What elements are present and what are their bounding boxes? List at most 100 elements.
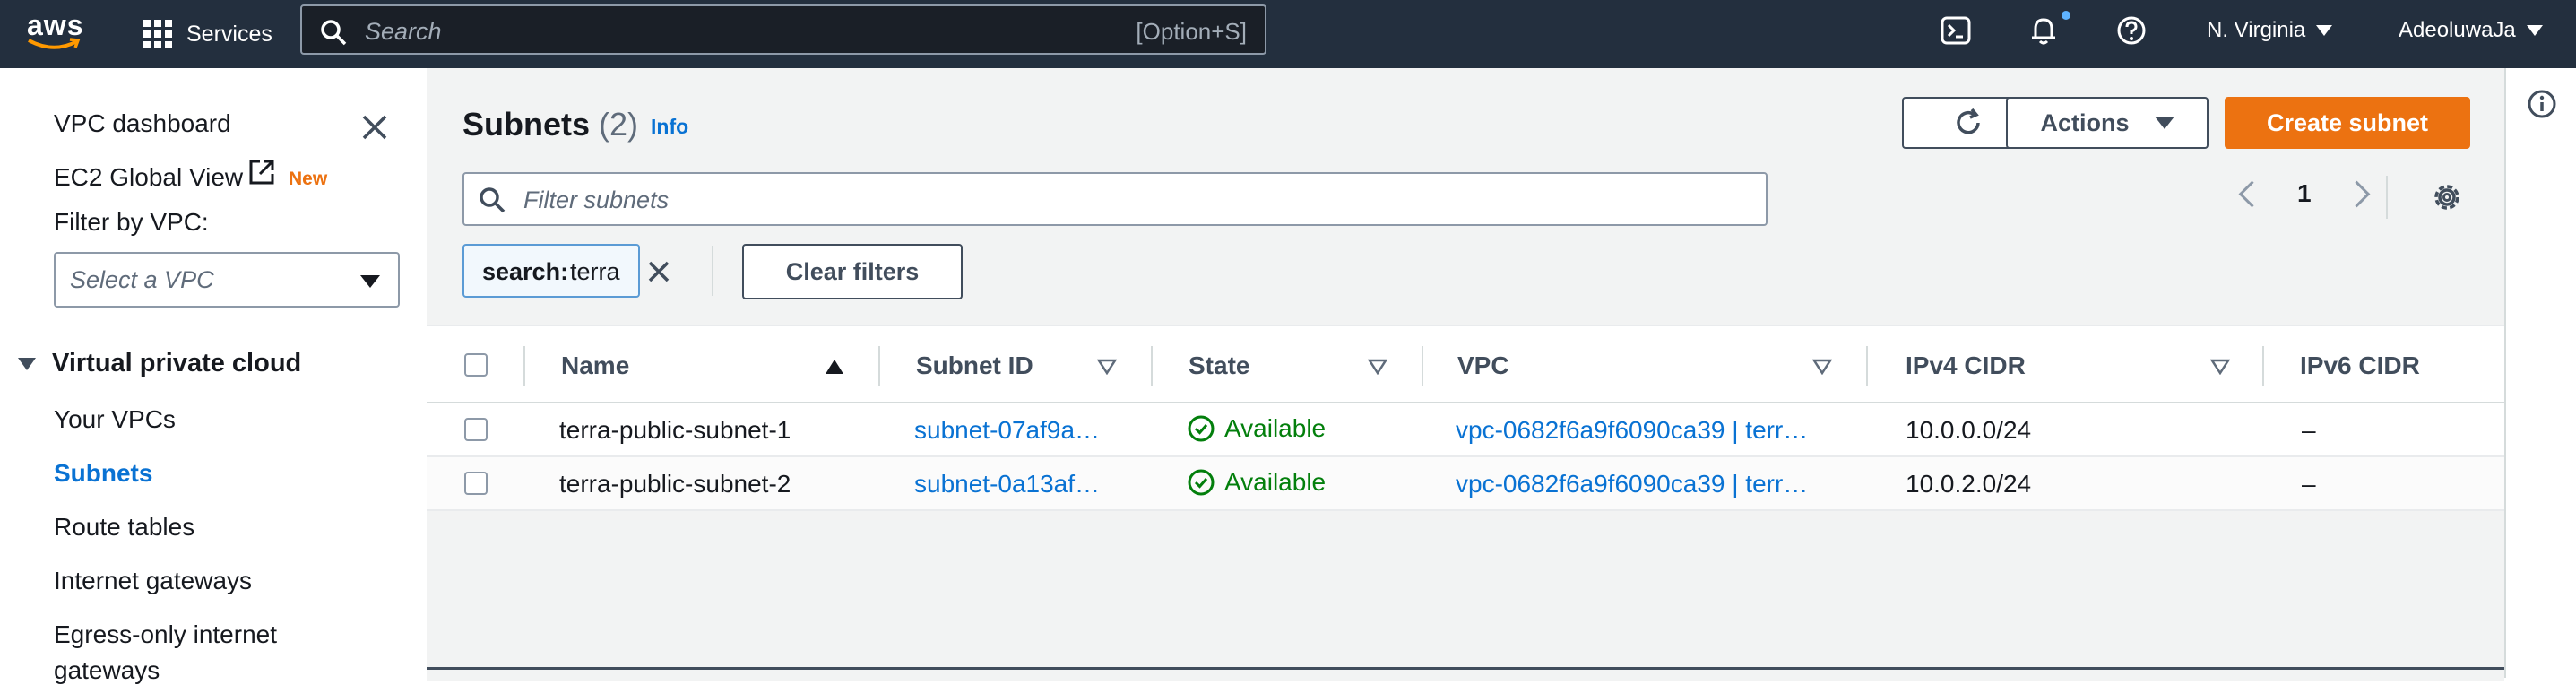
column-divider [1151,346,1153,386]
column-header-name[interactable]: Name [561,351,629,380]
table-header: Name Subnet ID State VPC IPv4 CIDR IPv6 … [427,325,2504,403]
column-header-subnet-id[interactable]: Subnet ID [916,351,1033,380]
new-badge: New [289,169,328,189]
chevron-down-icon [2526,25,2543,36]
divider [712,246,713,296]
filter-placeholder: Filter subnets [523,186,670,213]
cell-subnet-id-link[interactable]: subnet-0a13af… [914,470,1100,499]
vpc-select-placeholder: Select a VPC [70,266,214,293]
create-subnet-button[interactable]: Create subnet [2225,97,2470,149]
state-label: Available [1224,468,1327,496]
column-header-vpc[interactable]: VPC [1457,351,1509,380]
search-icon [480,187,506,213]
status-success-icon [1188,415,1215,442]
chevron-right-icon[interactable] [2343,180,2370,207]
global-search-input[interactable]: Search [Option+S] [300,4,1266,55]
close-icon[interactable] [644,256,674,287]
help-panel-rail [2504,68,2576,678]
chevron-down-icon [360,275,380,288]
section-title: Virtual private cloud [52,349,302,377]
cell-state: Available [1187,468,1326,497]
column-divider [1866,346,1868,386]
divider [2386,176,2388,219]
filter-by-vpc-label: Filter by VPC: [54,208,209,236]
info-link[interactable]: Info [651,115,688,139]
row-checkbox[interactable] [464,472,488,495]
chevron-down-icon [2316,25,2333,36]
aws-logo[interactable]: aws [23,7,95,61]
cloudshell-icon[interactable] [1940,14,1972,47]
sidebar-item-route-tables[interactable]: Route tables [54,513,194,542]
sidebar-item-vpc-dashboard[interactable]: VPC dashboard [54,109,231,138]
cell-ipv6-cidr: – [2302,416,2316,444]
cell-state: Available [1187,414,1326,443]
row-checkbox[interactable] [464,418,488,441]
sidebar-item-egress-only-internet-gateways-cont[interactable]: gateways [54,656,160,685]
notifications-bell-icon[interactable] [2027,14,2060,47]
cell-vpc-link[interactable]: vpc-0682f6a9f6090ca39 | terr… [1456,470,1808,499]
cell-ipv4-cidr: 10.0.2.0/24 [1906,470,2032,498]
state-label: Available [1224,414,1327,442]
cell-name: terra-public-subnet-1 [559,416,791,444]
refresh-icon [1957,108,1980,134]
info-icon[interactable] [2526,88,2558,120]
sidebar-item-ec2-global-view[interactable]: EC2 Global View [54,163,243,192]
chevron-left-icon[interactable] [2238,180,2266,207]
subnet-count: (2) [599,106,639,143]
cell-vpc-link[interactable]: vpc-0682f6a9f6090ca39 | terr… [1456,416,1808,445]
sort-icon[interactable] [1812,359,1832,375]
caret-down-icon [18,357,36,370]
pagination: 1 [2238,179,2370,208]
table-row[interactable]: terra-public-subnet-1 subnet-07af9a… Ava… [427,403,2504,457]
filter-token: search: terra [462,244,670,298]
token-key: search: [482,258,569,285]
filter-subnets-input[interactable]: Filter subnets [462,172,1768,226]
account-menu[interactable]: AdeoluwaJa [2399,18,2543,43]
table-row[interactable]: terra-public-subnet-2 subnet-0a13af… Ava… [427,457,2504,511]
actions-button[interactable]: Actions [2006,97,2209,149]
sidebar-item-internet-gateways[interactable]: Internet gateways [54,567,252,595]
sidebar-item-subnets[interactable]: Subnets [54,459,152,488]
help-icon[interactable] [2115,14,2148,47]
search-placeholder: Search [365,18,442,45]
notification-dot [2062,11,2070,20]
region-selector[interactable]: N. Virginia [2207,18,2333,43]
sidebar-item-your-vpcs[interactable]: Your VPCs [54,405,176,434]
region-label: N. Virginia [2207,18,2306,42]
cell-name: terra-public-subnet-2 [559,470,791,498]
column-header-ipv4-cidr[interactable]: IPv4 CIDR [1906,351,2026,380]
chevron-down-icon [2154,117,2174,129]
sort-icon[interactable] [2210,359,2230,375]
main-content: Subnets (2) Info Actions Create subnet F… [427,68,2504,681]
column-header-state[interactable]: State [1189,351,1249,380]
account-name: AdeoluwaJa [2399,18,2516,42]
sort-icon[interactable] [1097,359,1117,375]
column-divider [878,346,880,386]
close-icon[interactable] [359,111,391,143]
services-menu-button[interactable]: Services [143,13,272,56]
current-page[interactable]: 1 [2297,179,2312,208]
cell-ipv6-cidr: – [2302,470,2316,498]
sidebar-item-egress-only-internet-gateways[interactable]: Egress-only internet [54,620,277,649]
aws-smile-icon [28,38,81,49]
column-header-ipv6-cidr[interactable]: IPv6 CIDR [2300,351,2420,380]
clear-filters-button[interactable]: Clear filters [742,244,963,299]
services-label: Services [186,21,272,47]
status-success-icon [1188,469,1215,496]
sort-icon[interactable] [1368,359,1387,375]
split-panel-handle[interactable] [427,667,2504,681]
sidebar: VPC dashboard EC2 Global View New Filter… [0,68,427,684]
section-virtual-private-cloud[interactable]: Virtual private cloud [18,349,301,378]
services-grid-icon [143,20,172,48]
top-navigation: aws Services Search [Option+S] N. Virgin… [0,0,2576,68]
vpc-filter-select[interactable]: Select a VPC [54,252,400,308]
cell-ipv4-cidr: 10.0.0.0/24 [1906,416,2032,444]
token-value: terra [570,258,620,285]
gear-icon[interactable] [2429,179,2465,215]
cell-subnet-id-link[interactable]: subnet-07af9a… [914,416,1100,445]
page-title: Subnets (2) [462,106,638,143]
select-all-checkbox[interactable] [464,353,488,377]
search-icon [321,20,347,46]
column-divider [1422,346,1423,386]
sort-ascending-icon[interactable] [825,359,844,375]
